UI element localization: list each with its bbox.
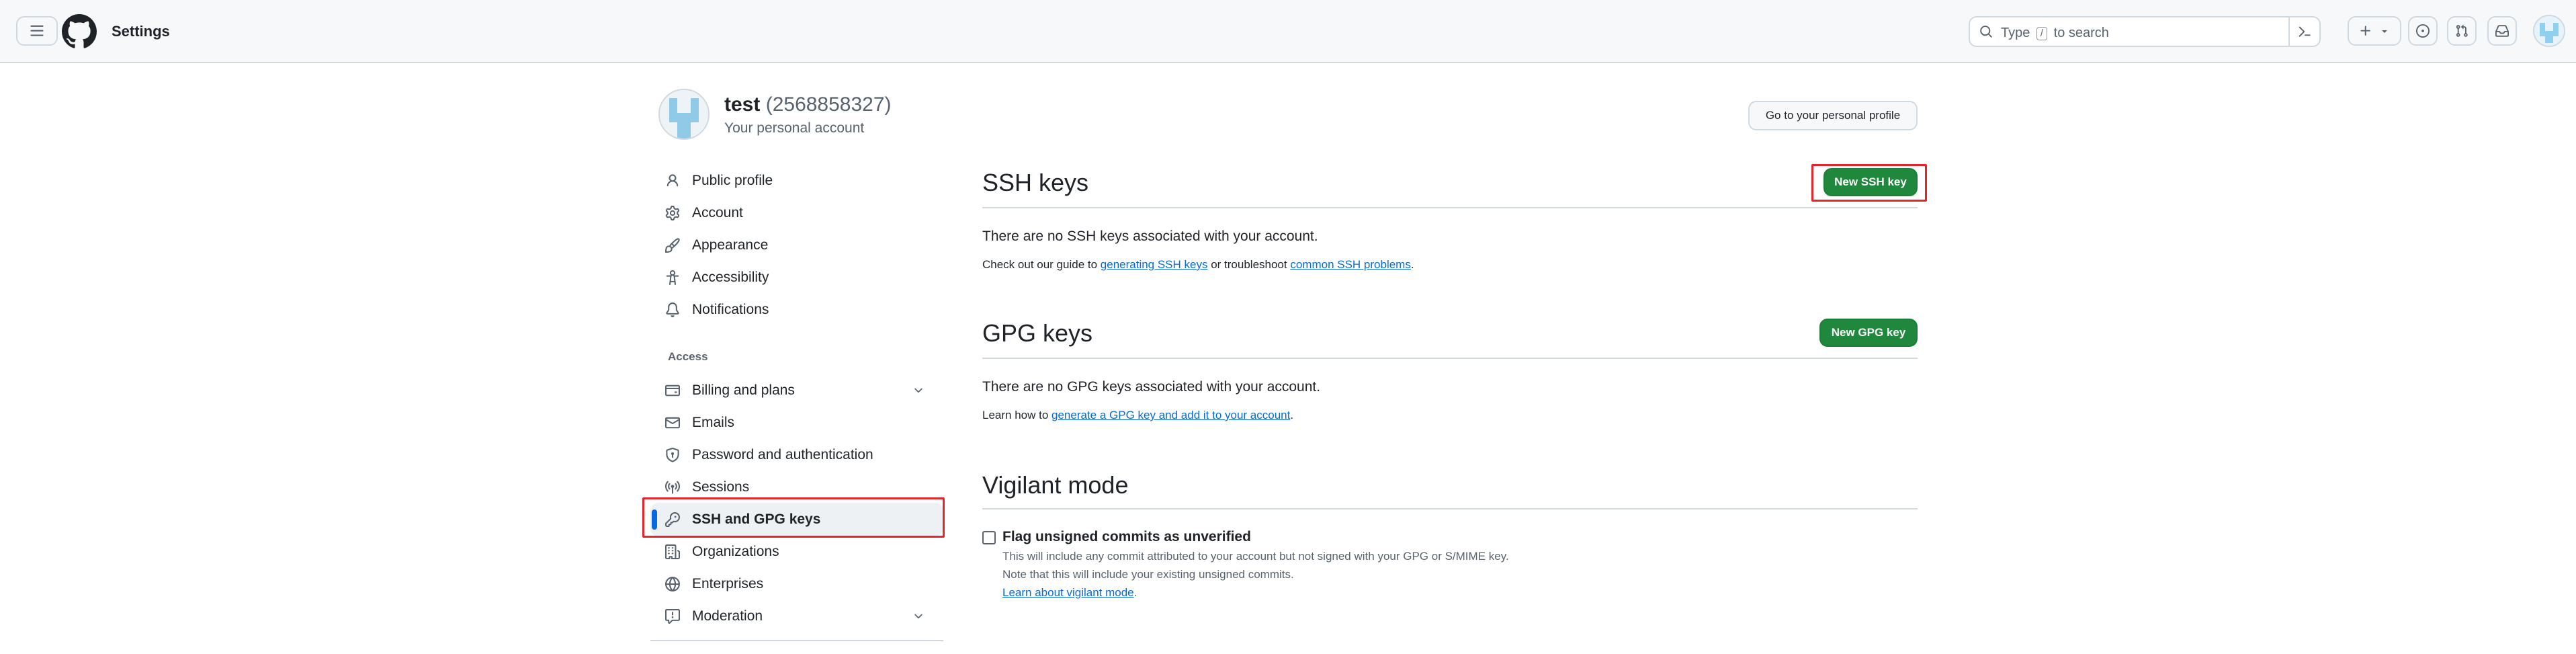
sidebar-item-notifications[interactable]: Notifications [650, 293, 943, 327]
sidebar-item-label: Account [692, 205, 743, 220]
slash-shortcut-key: / [2036, 27, 2048, 40]
command-palette-icon [2299, 26, 2311, 37]
highlight-box-sidebar [642, 497, 945, 538]
sidebar-item-label: Password and authentication [692, 447, 873, 462]
broadcast-icon [665, 481, 680, 494]
pull-requests-button[interactable] [2447, 16, 2477, 46]
triangle-down-icon [2382, 30, 2387, 33]
sidebar-item-label: Accessibility [692, 270, 769, 285]
sidebar-item-organizations[interactable]: Organizations [650, 535, 943, 569]
common-ssh-problems-link[interactable]: common SSH problems [1290, 258, 1411, 271]
sidebar-item-label: Emails [692, 415, 735, 430]
paintbrush-icon [665, 238, 680, 253]
sidebar-item-public-profile[interactable]: Public profile [650, 164, 943, 198]
menu-button[interactable] [16, 16, 58, 46]
generating-ssh-keys-link[interactable]: generating SSH keys [1101, 258, 1208, 271]
gear-icon [665, 206, 680, 220]
create-new-button[interactable] [2348, 16, 2401, 46]
bell-icon [666, 302, 679, 317]
accessibility-icon [666, 270, 679, 285]
mail-icon [665, 417, 680, 429]
sidebar-item-emails[interactable]: Emails [650, 406, 943, 440]
highlight-box-new-ssh-key [1811, 164, 1927, 202]
new-gpg-key-button[interactable]: New GPG key [1819, 319, 1918, 347]
sidebar-item-account[interactable]: Account [650, 196, 943, 230]
vigilant-note-line1: This will include any commit attributed … [1002, 550, 1509, 563]
sidebar-item-label: Sessions [692, 479, 750, 495]
sidebar-item-label: Appearance [692, 237, 769, 253]
credit-card-icon [665, 384, 680, 397]
vigilant-divider [982, 508, 1918, 509]
plus-icon [2360, 26, 2370, 36]
flag-unsigned-commits-label[interactable]: Flag unsigned commits as unverified [1002, 528, 1251, 546]
sidebar-item-label: Public profile [692, 173, 773, 188]
issue-opened-icon [2416, 24, 2430, 38]
sidebar-item-billing[interactable]: Billing and plans [650, 374, 943, 407]
account-name[interactable]: test (2568858327) [724, 93, 892, 117]
inbox-icon [2495, 25, 2509, 37]
chevron-down-icon[interactable] [912, 384, 925, 397]
search-placeholder: Type / to search [2001, 26, 2109, 40]
search-input[interactable]: Type / to search [1969, 16, 2321, 47]
ssh-keys-heading: SSH keys [982, 169, 1089, 196]
search-icon [1980, 26, 1992, 38]
flag-unsigned-commits-checkbox[interactable] [982, 531, 996, 544]
account-id: (2568858327) [765, 93, 892, 116]
sidebar-item-label: Organizations [692, 544, 779, 559]
shield-lock-icon [666, 448, 679, 462]
sidebar-divider [650, 640, 943, 641]
sidebar-item-appearance[interactable]: Appearance [650, 229, 943, 262]
ssh-empty-message: There are no SSH keys associated with yo… [982, 229, 1318, 244]
vigilant-mode-heading: Vigilant mode [982, 471, 1129, 499]
sidebar-item-label: Billing and plans [692, 382, 795, 398]
learn-vigilant-mode-link[interactable]: Learn about vigilant mode [1002, 586, 1134, 599]
ssh-guide-text: Check out our guide to generating SSH ke… [982, 258, 1414, 271]
user-avatar-button[interactable] [2533, 15, 2565, 47]
sidebar-item-label: Notifications [692, 302, 769, 317]
sidebar-item-moderation[interactable]: Moderation [650, 600, 943, 633]
gpg-keys-heading: GPG keys [982, 319, 1093, 347]
sidebar-item-accessibility[interactable]: Accessibility [650, 261, 943, 294]
vigilant-note-line2: Note that this will include your existin… [1002, 568, 1294, 581]
notifications-inbox-button[interactable] [2487, 16, 2517, 46]
ssh-divider [982, 207, 1918, 208]
page-context-title: Settings [112, 23, 170, 40]
person-icon [667, 174, 679, 187]
issues-button[interactable] [2408, 16, 2438, 46]
gpg-divider [982, 358, 1918, 359]
sidebar-item-label: Enterprises [692, 576, 764, 591]
sidebar-item-password-authentication[interactable]: Password and authentication [650, 438, 943, 472]
generate-gpg-key-link[interactable]: generate a GPG key and add it to your ac… [1051, 409, 1290, 421]
organization-icon [665, 544, 680, 559]
app-header: Settings Type / to search [0, 0, 2576, 63]
git-pull-request-icon [2456, 24, 2468, 37]
globe-icon [665, 577, 680, 591]
chevron-down-icon[interactable] [912, 610, 925, 622]
avatar [660, 90, 708, 138]
vigilant-learn-text: Learn about vigilant mode. [1002, 586, 1137, 599]
menu-icon [30, 25, 44, 36]
report-icon [665, 609, 680, 624]
sidebar-item-enterprises[interactable]: Enterprises [650, 567, 943, 601]
sidebar-section-access: Access [668, 350, 708, 363]
go-to-profile-button[interactable]: Go to your personal profile [1748, 101, 1918, 130]
avatar [2534, 16, 2564, 46]
github-logo[interactable] [62, 14, 97, 49]
sidebar-item-label: Moderation [692, 608, 763, 624]
gpg-empty-message: There are no GPG keys associated with yo… [982, 379, 1321, 395]
command-palette-button[interactable] [2288, 16, 2319, 47]
account-avatar [658, 89, 710, 140]
gpg-learn-text: Learn how to generate a GPG key and add … [982, 409, 1294, 421]
account-subtitle: Your personal account [724, 120, 865, 136]
